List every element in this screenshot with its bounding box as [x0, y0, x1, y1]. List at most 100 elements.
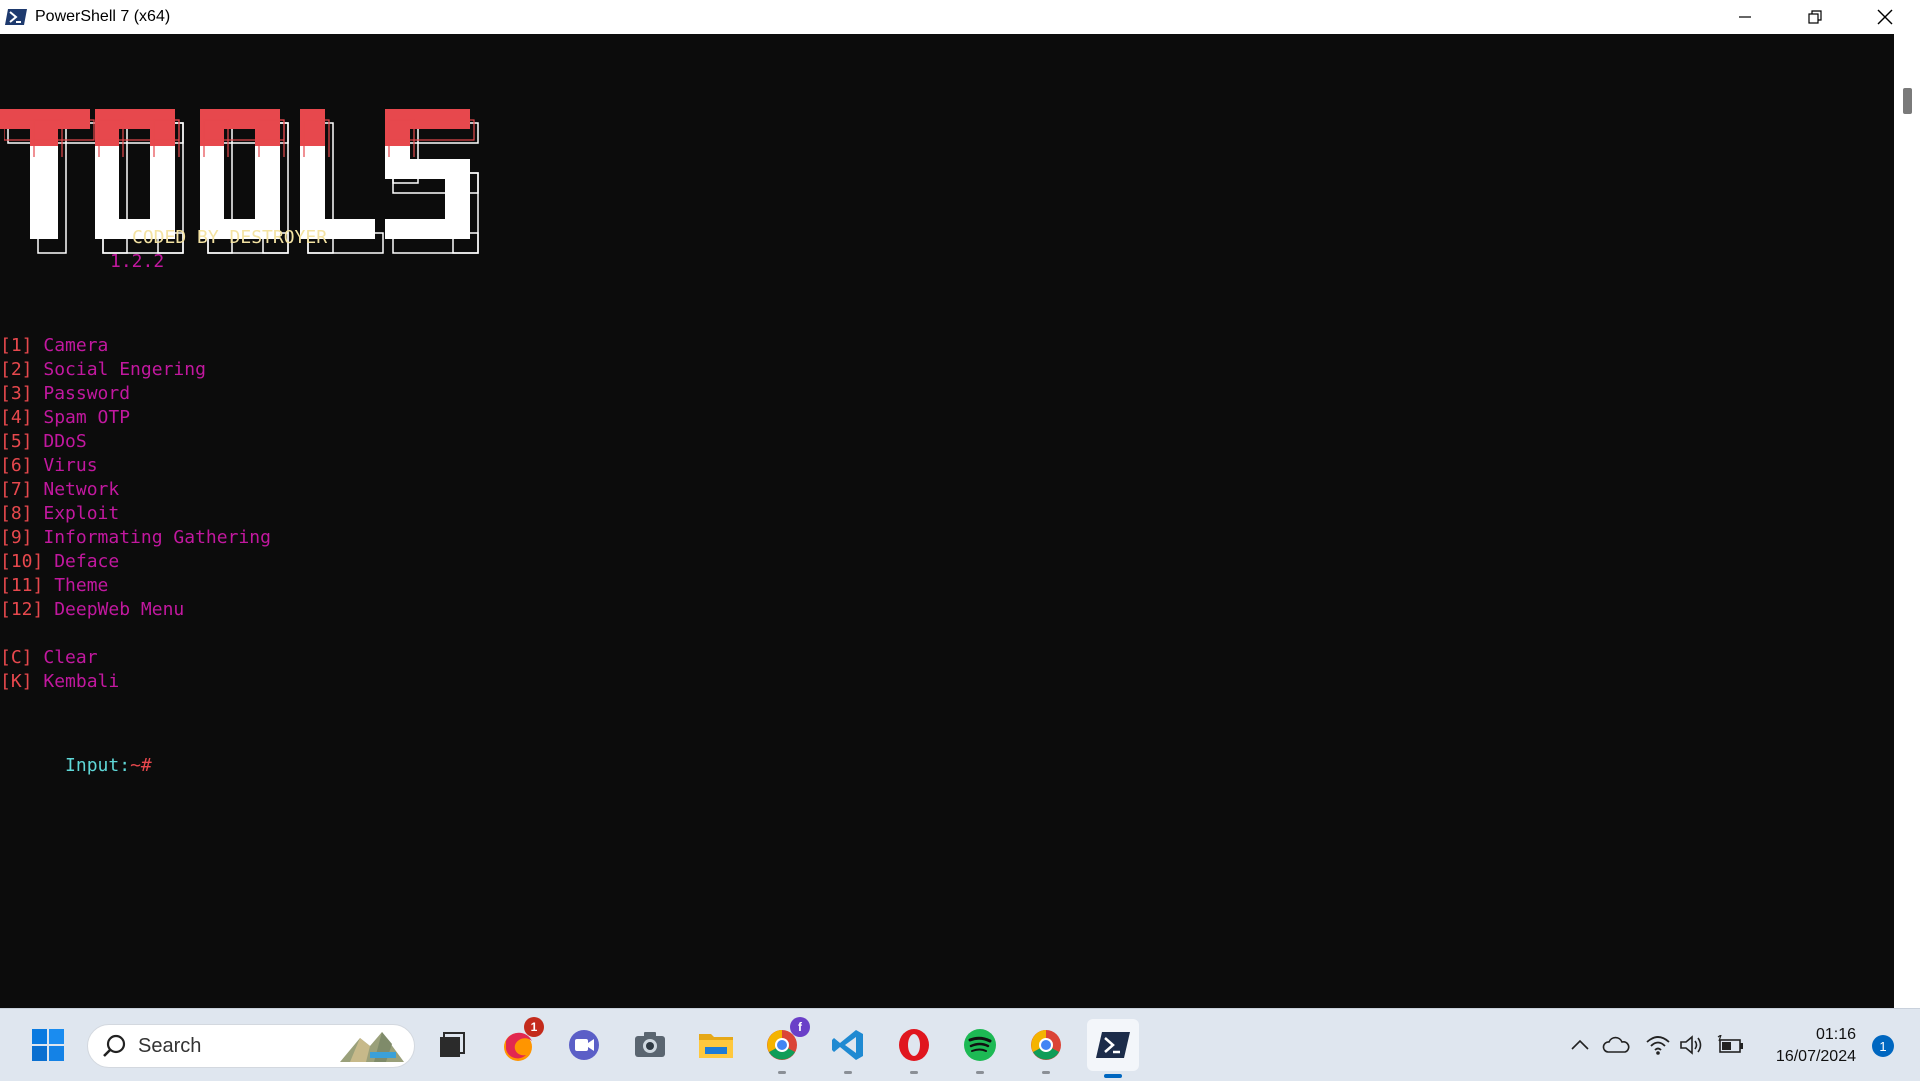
vscode-icon	[832, 1030, 863, 1060]
speaker-icon	[1680, 1035, 1702, 1055]
start-button[interactable]	[26, 1023, 70, 1067]
powershell-taskbar-button[interactable]	[1087, 1019, 1139, 1078]
menu-item: [C] Clear	[0, 646, 98, 670]
opera-button[interactable]	[892, 1023, 936, 1074]
menu-item-key: [12]	[0, 599, 44, 620]
search-placeholder: Search	[138, 1034, 202, 1057]
taskbar: Search 1 f 01:16 16/07/2024 1	[0, 1008, 1920, 1081]
chrome-icon	[1031, 1030, 1061, 1060]
cloud-icon	[1602, 1036, 1630, 1053]
menu-item-label: Exploit	[43, 503, 120, 524]
menu-item-key: [9]	[0, 527, 33, 548]
menu-item-label: Password	[43, 383, 131, 404]
close-icon	[1877, 9, 1893, 25]
menu-item: [6] Virus	[0, 454, 98, 478]
menu-item-key: [K]	[0, 671, 33, 692]
menu-item-label: Camera	[43, 335, 109, 356]
menu-item-label: Informating Gathering	[43, 527, 271, 548]
notification-badge[interactable]: 1	[1872, 1035, 1894, 1057]
running-indicator	[1042, 1071, 1050, 1074]
menu-item: [4] Spam OTP	[0, 406, 130, 430]
taskbar-search[interactable]: Search	[87, 1024, 415, 1068]
prompt-label: Input:	[65, 755, 131, 776]
task-view-icon	[440, 1032, 465, 1057]
menu-item-key: [4]	[0, 407, 33, 428]
menu-item-key: [7]	[0, 479, 33, 500]
menu-item: [12] DeepWeb Menu	[0, 598, 184, 622]
menu-item-key: [5]	[0, 431, 33, 452]
onedrive-button[interactable]	[1596, 1023, 1636, 1067]
search-icon	[103, 1034, 126, 1057]
title-bar[interactable]: PowerShell 7 (x64)	[0, 0, 1920, 34]
volume-button[interactable]	[1672, 1023, 1712, 1067]
opera-icon	[899, 1029, 929, 1061]
chrome-profile-button[interactable]: f	[760, 1017, 810, 1074]
spotify-icon	[964, 1029, 996, 1061]
minimize-icon	[1739, 16, 1751, 18]
menu-item-label: Clear	[43, 647, 98, 668]
clock-date: 16/07/2024	[1775, 1048, 1856, 1065]
menu-item-label: Virus	[43, 455, 98, 476]
running-indicator	[778, 1071, 786, 1074]
task-view-button[interactable]	[430, 1023, 474, 1067]
search-highlight-image	[340, 1032, 404, 1062]
battery-button[interactable]	[1710, 1023, 1750, 1067]
restore-button[interactable]	[1780, 0, 1850, 34]
scrollbar-thumb[interactable]	[1903, 88, 1912, 114]
taskbar-clock[interactable]: 01:16 16/07/2024	[1776, 1024, 1856, 1068]
chrome-profile-badge: f	[790, 1017, 810, 1037]
input-prompt[interactable]: Input:~#	[0, 730, 152, 776]
active-indicator	[1104, 1074, 1122, 1078]
menu-item-key: [10]	[0, 551, 44, 572]
menu-item: [10] Deface	[0, 550, 119, 574]
menu-item-key: [C]	[0, 647, 33, 668]
menu-item: [K] Kembali	[0, 670, 119, 694]
window-controls	[1710, 0, 1920, 34]
running-indicator	[976, 1071, 984, 1074]
menu-item: [9] Informating Gathering	[0, 526, 271, 550]
menu-item-label: Social Engering	[43, 359, 206, 380]
firefox-button[interactable]: 1	[496, 1017, 544, 1067]
menu-item: [5] DDoS	[0, 430, 87, 454]
menu-item-key: [3]	[0, 383, 33, 404]
menu-item-label: DeepWeb Menu	[54, 599, 185, 620]
running-indicator	[910, 1071, 918, 1074]
chrome-button[interactable]	[1024, 1023, 1068, 1074]
running-indicator	[844, 1071, 852, 1074]
windows-icon	[32, 1029, 64, 1061]
teams-button[interactable]	[562, 1023, 606, 1067]
menu-item-label: Network	[43, 479, 120, 500]
battery-charging-icon	[1717, 1035, 1743, 1053]
menu-item-key: [2]	[0, 359, 33, 380]
powershell-icon	[5, 8, 27, 26]
spotify-button[interactable]	[958, 1023, 1002, 1074]
menu-item: [3] Password	[0, 382, 130, 406]
menu-item: [8] Exploit	[0, 502, 119, 526]
camera-icon	[635, 1032, 665, 1057]
terminal-output[interactable]: CODED BY DESTROYER 1.2.2 [1] Camera [2] S…	[0, 34, 1894, 1008]
close-button[interactable]	[1850, 0, 1920, 34]
menu-item: [2] Social Engering	[0, 358, 206, 382]
powershell-icon	[1096, 1032, 1130, 1058]
menu-item-key: [11]	[0, 575, 44, 596]
chevron-up-icon	[1571, 1039, 1589, 1050]
vertical-scrollbar[interactable]	[1894, 34, 1920, 1008]
credit-text: CODED BY DESTROYER	[132, 227, 328, 248]
folder-icon	[699, 1034, 733, 1058]
powershell-window: PowerShell 7 (x64) CODED BY DESTROYER 1.…	[0, 0, 1920, 1008]
menu-item: [11] Theme	[0, 574, 108, 598]
menu-item-key: [8]	[0, 503, 33, 524]
menu-item-key: [6]	[0, 455, 33, 476]
vscode-button[interactable]	[826, 1023, 870, 1074]
file-explorer-button[interactable]	[694, 1023, 738, 1067]
clock-time: 01:16	[1815, 1026, 1856, 1043]
minimize-button[interactable]	[1710, 0, 1780, 34]
menu-item: [7] Network	[0, 478, 119, 502]
camera-app-button[interactable]	[628, 1023, 672, 1067]
restore-icon	[1808, 10, 1822, 24]
menu-item-label: Theme	[54, 575, 109, 596]
meet-chat-icon	[569, 1030, 599, 1060]
window-title: PowerShell 7 (x64)	[35, 8, 171, 25]
menu-item-label: Deface	[54, 551, 120, 572]
menu-item-label: Kembali	[43, 671, 120, 692]
